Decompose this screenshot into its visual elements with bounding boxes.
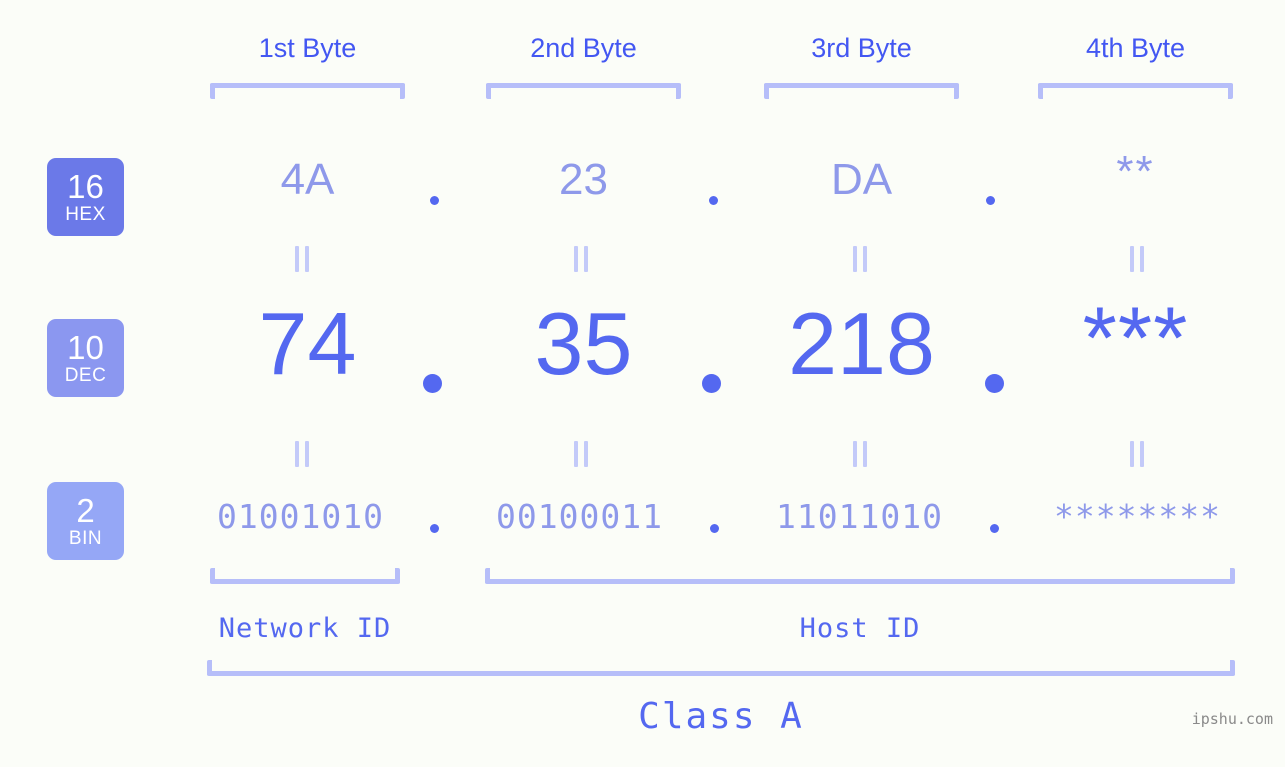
hex-separator-dot-3 bbox=[986, 196, 995, 205]
byte-bracket-3 bbox=[764, 83, 959, 99]
byte-header-4: 4th Byte bbox=[1085, 33, 1186, 63]
byte-bracket-2 bbox=[486, 83, 681, 99]
dec-separator-dot-3 bbox=[985, 374, 1004, 393]
base-badge-hex[interactable]: 16 HEX bbox=[47, 158, 124, 236]
base-badge-dec[interactable]: 10 DEC bbox=[47, 319, 124, 397]
byte-bracket-1 bbox=[210, 83, 405, 99]
hex-byte-2: 23 bbox=[559, 155, 608, 204]
dec-separator-dot-1 bbox=[423, 374, 442, 393]
equals-mark-hex-dec-1 bbox=[291, 246, 313, 274]
bin-byte-2: 00100011 bbox=[496, 497, 663, 536]
dec-separator-dot-2 bbox=[702, 374, 721, 393]
dec-byte-3: 218 bbox=[788, 294, 935, 393]
hex-separator-dot-2 bbox=[709, 196, 718, 205]
bin-byte-1: 01001010 bbox=[217, 497, 384, 536]
bin-separator-dot-1 bbox=[430, 524, 439, 533]
base-badge-dec-label: DEC bbox=[64, 365, 107, 386]
hex-byte-4: ** bbox=[1116, 147, 1155, 196]
byte-header-1: 1st Byte bbox=[258, 33, 357, 63]
bin-separator-dot-2 bbox=[710, 524, 719, 533]
hex-byte-1: 4A bbox=[280, 155, 335, 204]
dec-byte-4: *** bbox=[1082, 288, 1189, 387]
dec-byte-2: 35 bbox=[534, 294, 633, 393]
equals-mark-hex-dec-3 bbox=[849, 246, 871, 274]
equals-mark-hex-dec-2 bbox=[570, 246, 592, 274]
equals-mark-dec-bin-3 bbox=[849, 441, 871, 469]
base-badge-dec-number: 10 bbox=[67, 329, 104, 366]
equals-mark-dec-bin-1 bbox=[291, 441, 313, 469]
base-badge-bin-number: 2 bbox=[76, 492, 95, 529]
ip-breakdown-diagram: 1st Byte 2nd Byte 3rd Byte 4th Byte 16 H… bbox=[0, 0, 1285, 767]
network-id-label: Network ID bbox=[218, 613, 392, 644]
equals-mark-hex-dec-4 bbox=[1126, 246, 1148, 274]
dec-byte-1: 74 bbox=[258, 294, 357, 393]
bin-byte-3: 11011010 bbox=[776, 497, 943, 536]
byte-header-2: 2nd Byte bbox=[530, 33, 637, 63]
equals-mark-dec-bin-2 bbox=[570, 441, 592, 469]
host-id-bracket bbox=[485, 568, 1235, 584]
equals-mark-dec-bin-4 bbox=[1126, 441, 1148, 469]
class-label: Class A bbox=[638, 696, 804, 737]
base-badge-hex-number: 16 bbox=[67, 168, 104, 205]
bin-byte-4: ******** bbox=[1054, 497, 1221, 536]
watermark: ipshu.com bbox=[1191, 710, 1273, 728]
hex-separator-dot-1 bbox=[430, 196, 439, 205]
base-badge-bin[interactable]: 2 BIN bbox=[47, 482, 124, 560]
host-id-label: Host ID bbox=[799, 613, 921, 644]
byte-header-3: 3rd Byte bbox=[811, 33, 912, 63]
base-badge-hex-label: HEX bbox=[65, 204, 106, 225]
hex-byte-3: DA bbox=[830, 155, 893, 204]
network-id-bracket bbox=[210, 568, 400, 584]
bin-separator-dot-3 bbox=[990, 524, 999, 533]
base-badge-bin-label: BIN bbox=[68, 528, 103, 549]
byte-bracket-4 bbox=[1038, 83, 1233, 99]
class-bracket bbox=[207, 660, 1235, 676]
